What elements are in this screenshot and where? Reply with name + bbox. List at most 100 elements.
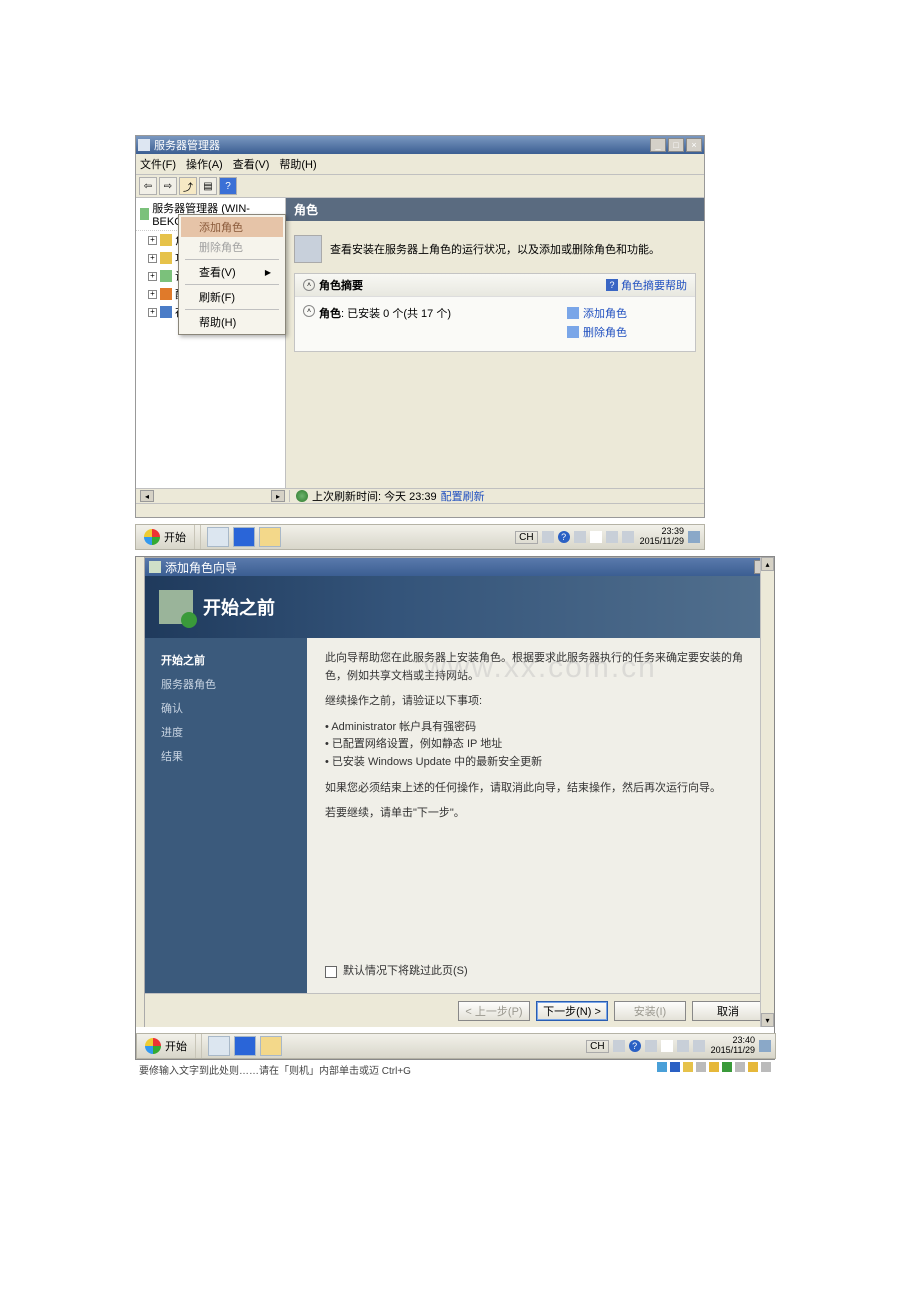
taskbar: 开始 CH ? 23:39 2015/11/29 [135,524,705,550]
separator [185,284,279,285]
nav-before-you-begin[interactable]: 开始之前 [145,648,307,672]
menubar: 文件(F) 操作(A) 查看(V) 帮助(H) [136,154,704,175]
submenu-arrow-icon: ▶ [265,268,271,277]
task-powershell-icon[interactable] [233,527,255,547]
clock[interactable]: 23:40 2015/11/29 [711,1036,755,1056]
nav-confirm[interactable]: 确认 [145,696,307,720]
taskbar: 开始 CH ? 23:40 2015/11/29 [136,1033,776,1059]
add-role-link[interactable]: 添加角色 [567,305,687,321]
task-explorer-icon[interactable] [260,1036,282,1056]
config-icon [160,288,172,300]
tray-network-icon[interactable] [677,1040,689,1052]
host-icon[interactable] [735,1062,745,1072]
scroll-up-button[interactable]: ▴ [761,557,774,571]
collapse-icon[interactable]: ˄ [303,305,315,317]
tray-flag-icon[interactable] [661,1040,673,1052]
close-button[interactable]: × [686,138,702,152]
vertical-scrollbar[interactable]: ▴ ▾ [760,557,774,1027]
diagnostics-icon [160,270,172,282]
bullet-2: 已配置网络设置，例如静态 IP 地址 [325,736,756,754]
expand-icon[interactable]: + [148,272,157,281]
ctx-view[interactable]: 查看(V)▶ [181,262,283,282]
show-desktop-button[interactable] [688,531,700,543]
installed-roles-value: : 已安装 0 个(共 17 个) [341,308,451,320]
scroll-track[interactable] [761,571,774,1013]
expand-icon[interactable]: + [148,254,157,263]
host-icon[interactable] [748,1062,758,1072]
windows-orb-icon [144,529,160,545]
nav-back-button[interactable]: ⇦ [139,177,157,195]
tray-icon[interactable] [542,531,554,543]
titlebar[interactable]: 服务器管理器 _ □ × [136,136,704,154]
task-server-manager-icon[interactable] [207,527,229,547]
cancel-button[interactable]: 取消 [692,1001,764,1021]
nav-results[interactable]: 结果 [145,744,307,768]
menu-view[interactable]: 查看(V) [233,156,270,172]
up-button[interactable]: ⤴ [179,177,197,195]
start-button[interactable]: 开始 [137,1034,196,1058]
screenshot-2: 添加角色向导 × 开始之前 开始之前 服务器角色 确认 进度 结果 [135,556,775,1060]
remove-role-link[interactable]: 删除角色 [567,324,687,340]
skip-checkbox[interactable] [325,966,337,978]
maximize-button[interactable]: □ [668,138,684,152]
tray-network-icon[interactable] [606,531,618,543]
host-icon[interactable] [709,1062,719,1072]
host-icon[interactable] [683,1062,693,1072]
help-button[interactable]: ? [219,177,237,195]
host-icon[interactable] [696,1062,706,1072]
tray-icon[interactable] [574,531,586,543]
expand-icon[interactable]: + [148,290,157,299]
wizard-header-icon [159,590,193,624]
content-panel: 角色 查看安装在服务器上角色的运行状况，以及添加或删除角色和功能。 ˄ 角色摘要… [286,198,704,488]
separator [185,259,279,260]
nav-progress[interactable]: 进度 [145,720,307,744]
menu-help[interactable]: 帮助(H) [279,156,316,172]
menu-action[interactable]: 操作(A) [186,156,223,172]
next-button[interactable]: 下一步(N) > [536,1001,608,1021]
toolbar: ⇦ ⇨ ⤴ ▤ ? [136,175,704,198]
clock[interactable]: 23:39 2015/11/29 [640,527,684,547]
system-tray: CH ? 23:39 2015/11/29 [511,527,704,547]
collapse-icon[interactable]: ˄ [303,279,315,291]
tray-icon[interactable] [613,1040,625,1052]
tray-help-icon[interactable]: ? [558,531,570,543]
minimize-button[interactable]: _ [650,138,666,152]
nav-forward-button[interactable]: ⇨ [159,177,177,195]
host-icon[interactable] [761,1062,771,1072]
continue-note: 若要继续，请单击"下一步"。 [325,805,756,823]
ime-indicator[interactable]: CH [515,531,537,544]
ctx-refresh[interactable]: 刷新(F) [181,287,283,307]
task-server-manager-icon[interactable] [208,1036,230,1056]
expand-icon[interactable]: + [148,308,157,317]
scroll-down-button[interactable]: ▾ [761,1013,774,1027]
tray-volume-icon[interactable] [693,1040,705,1052]
previous-button[interactable]: < 上一步(P) [458,1001,530,1021]
ime-indicator[interactable]: CH [586,1040,608,1053]
ctx-remove-role[interactable]: 删除角色 [181,237,283,257]
wizard-titlebar[interactable]: 添加角色向导 × [145,558,774,576]
ctx-add-role[interactable]: 添加角色 [181,217,283,237]
skip-page-option[interactable]: 默认情况下将跳过此页(S) [325,963,468,981]
nav-server-roles[interactable]: 服务器角色 [145,672,307,696]
roles-icon [160,234,172,246]
expand-icon[interactable]: + [148,236,157,245]
menu-file[interactable]: 文件(F) [140,156,176,172]
host-icon[interactable] [722,1062,732,1072]
panel-help-link[interactable]: ? 角色摘要帮助 [606,277,687,293]
tray-flag-icon[interactable] [590,531,602,543]
ctx-help[interactable]: 帮助(H) [181,312,283,332]
task-explorer-icon[interactable] [259,527,281,547]
tray-volume-icon[interactable] [622,531,634,543]
tray-icon[interactable] [645,1040,657,1052]
config-refresh-link[interactable]: 配置刷新 [441,488,485,504]
show-desktop-button[interactable] [759,1040,771,1052]
host-icon[interactable] [657,1062,667,1072]
tray-help-icon[interactable]: ? [629,1040,641,1052]
install-button[interactable]: 安装(I) [614,1001,686,1021]
start-button[interactable]: 开始 [136,525,195,549]
scroll-right-button[interactable]: ▸ [271,490,285,502]
host-icon[interactable] [670,1062,680,1072]
task-powershell-icon[interactable] [234,1036,256,1056]
properties-button[interactable]: ▤ [199,177,217,195]
scroll-left-button[interactable]: ◂ [140,490,154,502]
